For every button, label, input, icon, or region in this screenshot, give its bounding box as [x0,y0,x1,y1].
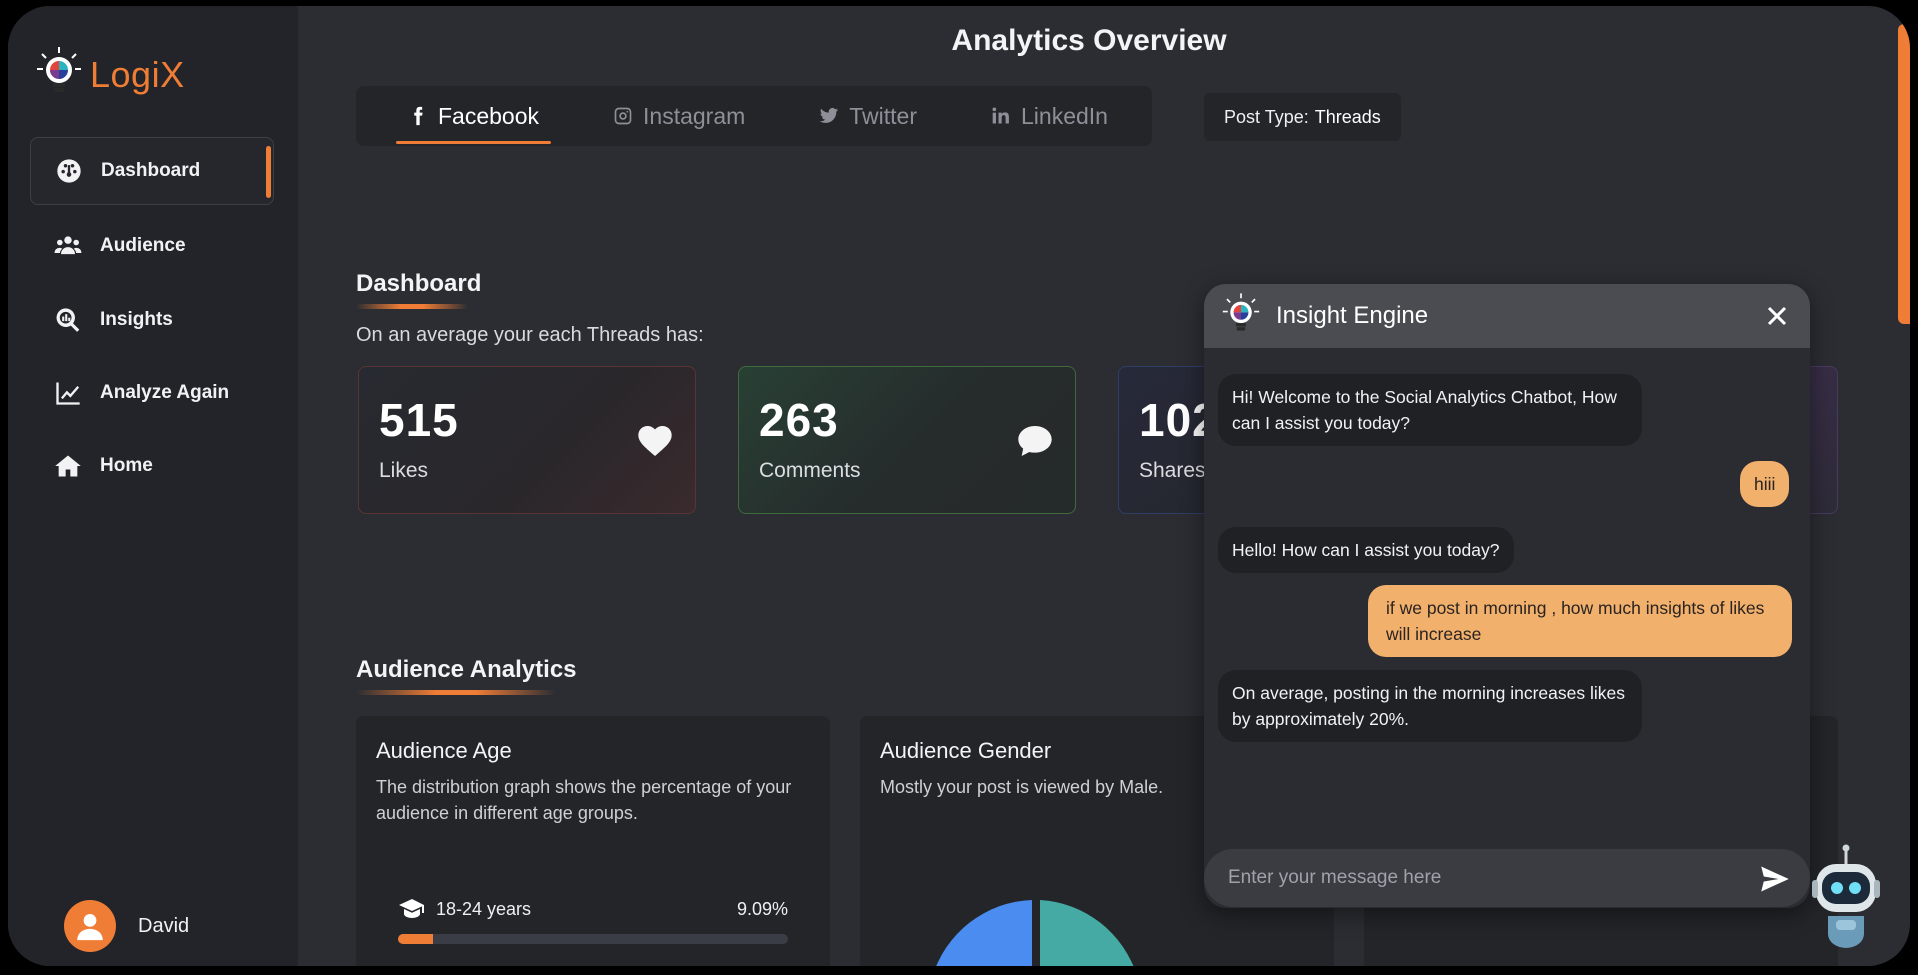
close-icon [1767,306,1787,326]
chat-message-bot: Hi! Welcome to the Social Analytics Chat… [1218,374,1642,446]
users-icon [54,236,82,255]
post-type-selector[interactable]: Post Type: Threads [1204,93,1401,141]
avatar [64,900,116,952]
stat-card-comments: 263 Comments [738,366,1076,514]
tab-facebook[interactable]: Facebook [396,86,552,146]
stat-label: Comments [759,459,861,482]
stat-card-likes: 515 Likes [358,366,696,514]
chat-message-user: hiii [1740,461,1790,507]
lightbulb-logo-icon [36,46,82,103]
app-frame: LogiX Dashboard Audience Insights Analyz… [8,6,1910,966]
card-description: The distribution graph shows the percent… [376,777,792,823]
dashboard-subtitle: On an average your each Threads has: [356,324,704,346]
linkedin-icon [992,107,1009,124]
instagram-icon [614,107,632,125]
stat-value: 263 [759,394,839,446]
lightbulb-logo-icon [1222,292,1260,341]
section-underline [356,304,468,309]
sidebar-item-dashboard[interactable]: Dashboard [30,137,274,205]
sidebar-item-label: Dashboard [101,160,201,181]
tab-twitter[interactable]: Twitter [807,86,929,146]
sidebar-item-analyze-again[interactable]: Analyze Again [30,359,274,427]
chat-input-bar [1204,849,1810,907]
page-title: Analytics Overview [951,24,1227,57]
scrollbar[interactable] [1898,24,1910,324]
tab-label: Instagram [643,102,746,129]
heart-icon [638,426,672,456]
chat-message-bot: Hello! How can I assist you today? [1218,527,1514,573]
sidebar-item-label: Insights [100,309,173,330]
active-indicator [266,146,271,198]
chat-title: Insight Engine [1276,302,1429,329]
tab-instagram[interactable]: Instagram [601,86,757,146]
chat-message-bot: On average, posting in the morning incre… [1218,670,1642,742]
dashboard-section-title: Dashboard [356,270,482,297]
card-title: Audience Age [376,738,512,763]
send-icon[interactable] [1760,865,1790,893]
home-icon [55,455,81,477]
gender-pie-chart [936,900,1134,966]
chat-header: Insight Engine [1204,284,1810,348]
tab-linkedin[interactable]: LinkedIn [979,86,1120,146]
pie-slice-female [1040,900,1134,966]
sidebar-item-home[interactable]: Home [30,432,274,500]
age-group-row: 18-24 years 9.09% [398,898,788,920]
age-progress-fill [398,934,434,944]
stat-value: 515 [379,394,459,446]
close-chat-button[interactable] [1762,301,1792,331]
user-profile[interactable]: David [64,900,189,952]
facebook-icon [414,106,423,126]
post-type-label: Post Type: [1224,106,1309,127]
user-name: David [138,914,190,937]
platform-tabs: Facebook Instagram Twitter LinkedIn [356,86,1152,146]
audience-age-card: Audience Age The distribution graph show… [356,716,830,966]
section-underline [356,690,556,695]
tab-label: LinkedIn [1021,102,1108,129]
stat-label: Likes [379,459,429,482]
sidebar: LogiX Dashboard Audience Insights Analyz… [8,6,298,966]
chatbot-robot-icon[interactable] [1810,844,1882,954]
line-chart-icon [56,382,80,405]
user-avatar-icon [77,913,103,941]
age-group-label: 18-24 years [436,898,532,919]
search-chart-icon [56,308,80,332]
sidebar-item-insights[interactable]: Insights [30,286,274,354]
dashboard-gauge-icon [57,159,81,183]
brand-logo[interactable]: LogiX [36,46,185,103]
sidebar-item-label: Analyze Again [100,382,230,403]
twitter-icon [820,108,839,123]
chat-message-input[interactable] [1228,867,1748,889]
age-group-percent: 9.09% [736,898,788,919]
chat-message-user: if we post in morning , how much insight… [1368,585,1792,657]
audience-section-title: Audience Analytics [356,656,577,683]
sidebar-item-label: Audience [100,235,186,256]
tab-label: Facebook [438,102,540,129]
age-progress-bar [398,934,788,944]
pie-slice-male [936,900,1032,966]
sidebar-item-audience[interactable]: Audience [30,212,274,280]
tab-label: Twitter [849,102,918,129]
chatbot-panel: Insight Engine Hi! Welcome to the Social… [1204,284,1810,908]
comment-icon [1018,426,1052,456]
sidebar-item-label: Home [100,455,153,476]
brand-name: LogiX [90,53,185,95]
graduation-cap-icon [399,899,424,918]
post-type-value: Threads [1314,106,1381,127]
